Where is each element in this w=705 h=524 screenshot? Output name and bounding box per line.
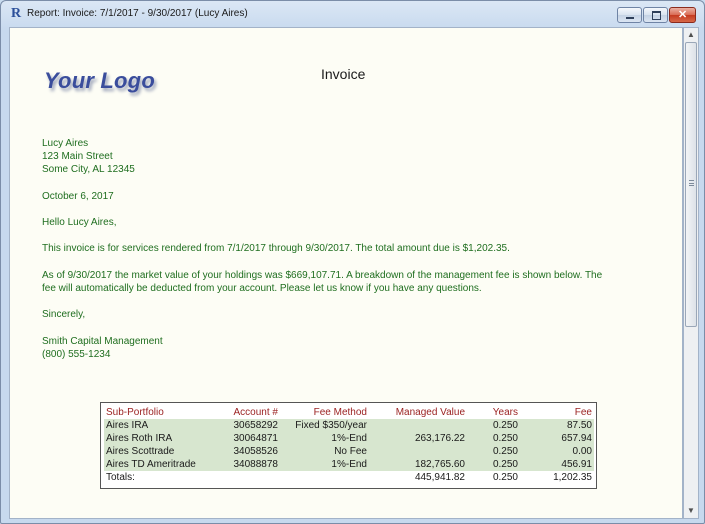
table-cell: Aires TD Ameritrade	[104, 458, 216, 471]
table-cell: 30658292	[216, 419, 280, 432]
table-cell: Aires IRA	[104, 419, 216, 432]
column-header: Fee	[574, 407, 592, 418]
signature-phone: (800) 555-1234	[42, 349, 111, 360]
table-cell: 34088878	[216, 458, 280, 471]
table-cell: 1%-End	[280, 458, 369, 471]
grip-icon	[689, 180, 694, 186]
totals-row: Totals: 445,941.82 0.250 1,202.35	[104, 471, 594, 484]
totals-label: Totals:	[106, 472, 135, 483]
report-window: R Report: Invoice: 7/1/2017 - 9/30/2017 …	[0, 0, 705, 524]
table-cell: 456.91	[520, 458, 594, 471]
column-header: Account #	[233, 407, 278, 418]
vertical-scrollbar[interactable]: ▲ ▼	[683, 27, 699, 519]
column-header: Managed Value	[395, 407, 465, 418]
table-cell	[216, 471, 280, 484]
table-cell	[369, 445, 467, 458]
table-cell	[280, 471, 369, 484]
table-cell	[369, 419, 467, 432]
maximize-button[interactable]	[643, 7, 668, 23]
greeting: Hello Lucy Aires,	[42, 217, 117, 228]
holdings-paragraph-line1: As of 9/30/2017 the market value of your…	[42, 270, 603, 281]
column-header: Sub-Portfolio	[106, 407, 164, 418]
table-header-row: Sub-Portfolio Account # Fee Method Manag…	[104, 406, 594, 419]
table-row: Aires TD Ameritrade 34088878 1%-End 182,…	[104, 458, 594, 471]
table-cell: Aires Scottrade	[104, 445, 216, 458]
column-header: Years	[492, 407, 518, 418]
address-name: Lucy Aires	[42, 138, 89, 149]
table-cell: Aires Roth IRA	[104, 432, 216, 445]
table-cell: 182,765.60	[369, 458, 467, 471]
report-page: Your Logo Invoice Lucy Aires 123 Main St…	[9, 27, 683, 519]
app-icon: R	[11, 6, 22, 21]
table-cell: 0.250	[467, 419, 520, 432]
report-heading: Invoice	[321, 66, 366, 82]
table-cell: 1%-End	[280, 432, 369, 445]
minimize-button[interactable]	[617, 7, 642, 23]
table-cell: 34058526	[216, 445, 280, 458]
scroll-up-arrow-icon[interactable]: ▲	[684, 28, 698, 42]
fee-breakdown-table: Sub-Portfolio Account # Fee Method Manag…	[100, 402, 597, 489]
signature-company: Smith Capital Management	[42, 336, 163, 347]
table-cell: 0.250	[467, 445, 520, 458]
table-cell: Fixed $350/year	[280, 419, 369, 432]
total-years: 0.250	[492, 472, 518, 483]
table-row: Aires IRA 30658292 Fixed $350/year 0.250…	[104, 419, 594, 432]
title-bar[interactable]: R Report: Invoice: 7/1/2017 - 9/30/2017 …	[1, 1, 704, 27]
table-cell: 30064871	[216, 432, 280, 445]
holdings-paragraph-line2: fee will automatically be deducted from …	[42, 283, 482, 294]
closing: Sincerely,	[42, 309, 86, 320]
scroll-down-arrow-icon[interactable]: ▼	[684, 504, 698, 518]
table-cell: 0.250	[467, 458, 520, 471]
table-row: Aires Scottrade 34058526 No Fee 0.250 0.…	[104, 445, 594, 458]
table-cell: 263,176.22	[369, 432, 467, 445]
company-logo: Your Logo	[44, 68, 155, 93]
table-cell: 657.94	[520, 432, 594, 445]
address-city: Some City, AL 12345	[42, 164, 135, 175]
table-cell: 0.250	[467, 432, 520, 445]
invoice-date: October 6, 2017	[42, 191, 114, 202]
scrollbar-thumb[interactable]	[685, 42, 697, 327]
table-cell: 87.50	[520, 419, 594, 432]
table-cell: No Fee	[280, 445, 369, 458]
window-title: Report: Invoice: 7/1/2017 - 9/30/2017 (L…	[27, 8, 248, 19]
table-cell: 0.00	[520, 445, 594, 458]
close-button[interactable]	[669, 7, 696, 23]
column-header: Fee Method	[313, 407, 367, 418]
invoice-summary: This invoice is for services rendered fr…	[42, 243, 510, 254]
table-row: Aires Roth IRA 30064871 1%-End 263,176.2…	[104, 432, 594, 445]
total-managed-value: 445,941.82	[414, 472, 465, 483]
address-street: 123 Main Street	[42, 151, 113, 162]
total-fee: 1,202.35	[553, 472, 592, 483]
